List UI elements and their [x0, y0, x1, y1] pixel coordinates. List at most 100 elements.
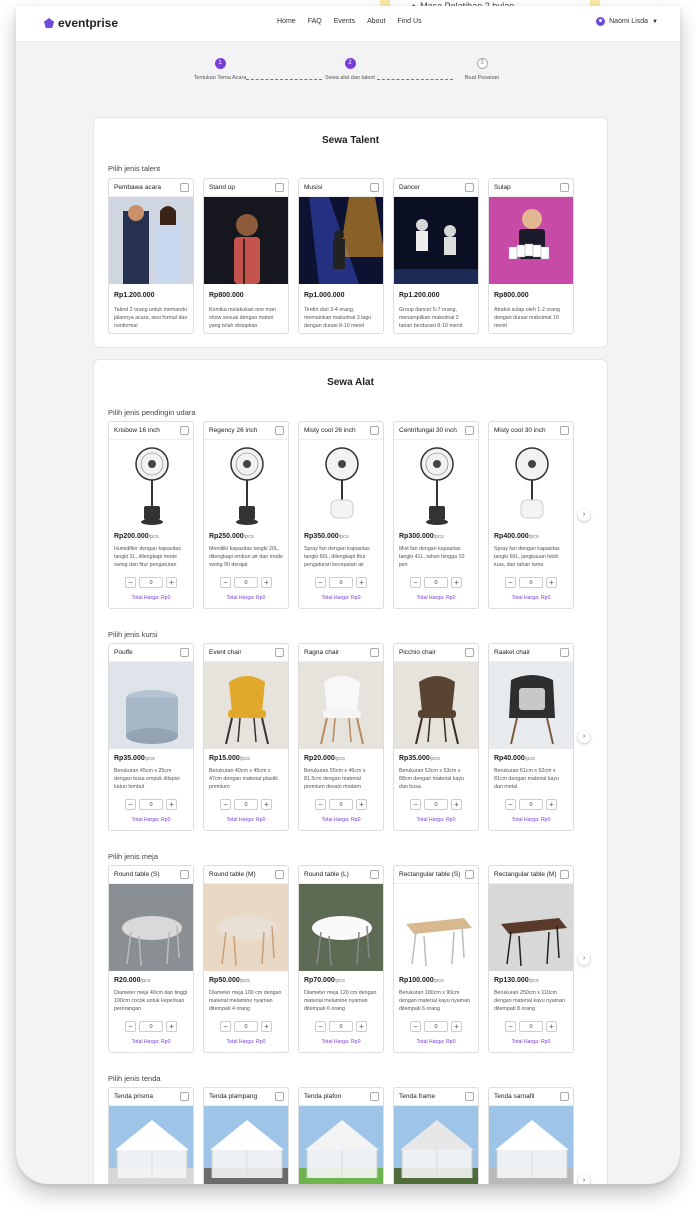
product-card[interactable]: Misty cool 26 inch Rp350.000/pcs Spray fan… [298, 421, 384, 609]
minus-button[interactable]: − [505, 577, 516, 588]
product-card[interactable]: Tenda prisma [108, 1087, 194, 1184]
quantity-input[interactable]: 0 [519, 1021, 543, 1032]
minus-button[interactable]: − [220, 799, 231, 810]
minus-button[interactable]: − [315, 799, 326, 810]
product-card[interactable]: Round table (M) Rp50.000/pcs Diameter meja… [203, 865, 289, 1053]
next-arrow-icon[interactable]: › [578, 953, 590, 965]
select-checkbox[interactable] [560, 870, 569, 879]
select-checkbox[interactable] [370, 1092, 379, 1101]
plus-button[interactable]: + [356, 577, 367, 588]
minus-button[interactable]: − [315, 577, 326, 588]
product-card[interactable]: Tenda frame [393, 1087, 479, 1184]
product-card[interactable]: Regency 26 inch Rp250.000/pcs Memiliki kap… [203, 421, 289, 609]
product-card[interactable]: Rectangular table (S) Rp100.000/pcs Beruku… [393, 865, 479, 1053]
plus-button[interactable]: + [546, 1021, 557, 1032]
plus-button[interactable]: + [166, 1021, 177, 1032]
select-checkbox[interactable] [180, 426, 189, 435]
menu-about[interactable]: About [367, 18, 385, 25]
menu-events[interactable]: Events [334, 18, 355, 25]
product-card[interactable]: Centrifungal 30 inch Rp300.000/pcs Mist fa… [393, 421, 479, 609]
product-card[interactable]: Pouffe Rp35.000/pcs Berukuran 45cm x 25cm … [108, 643, 194, 831]
quantity-input[interactable]: 0 [424, 1021, 448, 1032]
plus-button[interactable]: + [546, 799, 557, 810]
quantity-input[interactable]: 0 [139, 799, 163, 810]
menu-faq[interactable]: FAQ [308, 18, 322, 25]
plus-button[interactable]: + [261, 799, 272, 810]
select-checkbox[interactable] [275, 1092, 284, 1101]
minus-button[interactable]: − [410, 1021, 421, 1032]
plus-button[interactable]: + [546, 577, 557, 588]
select-checkbox[interactable] [370, 870, 379, 879]
select-checkbox[interactable] [275, 183, 284, 192]
select-checkbox[interactable] [180, 183, 189, 192]
select-checkbox[interactable] [560, 426, 569, 435]
quantity-input[interactable]: 0 [519, 577, 543, 588]
product-card[interactable]: Event chair Rp15.000/pcs Berukuran 40cm x … [203, 643, 289, 831]
user-menu[interactable]: Naomi Lisda ▼ [596, 17, 658, 26]
minus-button[interactable]: − [315, 1021, 326, 1032]
product-card[interactable]: Picchio chair Rp35.000/pcs Berukuran 53cm … [393, 643, 479, 831]
quantity-input[interactable]: 0 [234, 799, 258, 810]
next-arrow-icon[interactable]: › [578, 731, 590, 743]
select-checkbox[interactable] [560, 1092, 569, 1101]
minus-button[interactable]: − [125, 577, 136, 588]
select-checkbox[interactable] [180, 1092, 189, 1101]
plus-button[interactable]: + [451, 1021, 462, 1032]
plus-button[interactable]: + [356, 799, 367, 810]
quantity-input[interactable]: 0 [139, 577, 163, 588]
plus-button[interactable]: + [261, 1021, 272, 1032]
logo[interactable]: eventprise [44, 16, 118, 30]
plus-button[interactable]: + [261, 577, 272, 588]
product-card[interactable]: Raakel chair Rp40.000/pcs Berukuran 61cm x… [488, 643, 574, 831]
select-checkbox[interactable] [465, 870, 474, 879]
product-card[interactable]: Misty cool 30 inch Rp400.000/pcs Spray fan… [488, 421, 574, 609]
select-checkbox[interactable] [180, 870, 189, 879]
select-checkbox[interactable] [370, 648, 379, 657]
quantity-input[interactable]: 0 [329, 799, 353, 810]
product-card[interactable]: Tenda sarnafil [488, 1087, 574, 1184]
select-checkbox[interactable] [465, 1092, 474, 1101]
quantity-input[interactable]: 0 [519, 799, 543, 810]
plus-button[interactable]: + [166, 577, 177, 588]
quantity-input[interactable]: 0 [329, 577, 353, 588]
menu-home[interactable]: Home [277, 18, 296, 25]
select-checkbox[interactable] [275, 870, 284, 879]
minus-button[interactable]: − [410, 577, 421, 588]
quantity-input[interactable]: 0 [234, 1021, 258, 1032]
plus-button[interactable]: + [166, 799, 177, 810]
minus-button[interactable]: − [220, 1021, 231, 1032]
quantity-input[interactable]: 0 [234, 577, 258, 588]
talent-card[interactable]: Stand up Rp800.000 Komika melakukan one ma… [203, 178, 289, 334]
select-checkbox[interactable] [370, 426, 379, 435]
talent-card[interactable]: Sulap Rp800.000 Atraksi sulap oleh 1-2 ora… [488, 178, 574, 334]
select-checkbox[interactable] [275, 426, 284, 435]
talent-card[interactable]: Pembawa acara Rp1.200.000 Talent 2 orang u… [108, 178, 194, 334]
select-checkbox[interactable] [180, 648, 189, 657]
minus-button[interactable]: − [125, 1021, 136, 1032]
select-checkbox[interactable] [465, 183, 474, 192]
minus-button[interactable]: − [410, 799, 421, 810]
plus-button[interactable]: + [451, 577, 462, 588]
product-card[interactable]: Round table (S) R20.000/pcs Diameter meja … [108, 865, 194, 1053]
product-card[interactable]: Krisbow 16 inch Rp200.000/pcs Humidifier d… [108, 421, 194, 609]
next-arrow-icon[interactable]: › [578, 509, 590, 521]
product-card[interactable]: Tenda plampang [203, 1087, 289, 1184]
talent-card[interactable]: Dancer Rp1.200.000 Group dancer 5-7 orang,… [393, 178, 479, 334]
plus-button[interactable]: + [451, 799, 462, 810]
select-checkbox[interactable] [465, 426, 474, 435]
minus-button[interactable]: − [505, 1021, 516, 1032]
quantity-input[interactable]: 0 [139, 1021, 163, 1032]
plus-button[interactable]: + [356, 1021, 367, 1032]
talent-card[interactable]: Musisi Rp1.000.000 Terdiri dari 3-4 orang,… [298, 178, 384, 334]
minus-button[interactable]: − [125, 799, 136, 810]
select-checkbox[interactable] [560, 648, 569, 657]
select-checkbox[interactable] [465, 648, 474, 657]
minus-button[interactable]: − [505, 799, 516, 810]
quantity-input[interactable]: 0 [424, 799, 448, 810]
select-checkbox[interactable] [370, 183, 379, 192]
menu-find-us[interactable]: Find Us [397, 18, 421, 25]
product-card[interactable]: Ragna chair Rp20.000/pcs Berukuran 55cm x … [298, 643, 384, 831]
select-checkbox[interactable] [275, 648, 284, 657]
product-card[interactable]: Rectangular table (M) Rp130.000/pcs Beruku… [488, 865, 574, 1053]
quantity-input[interactable]: 0 [424, 577, 448, 588]
